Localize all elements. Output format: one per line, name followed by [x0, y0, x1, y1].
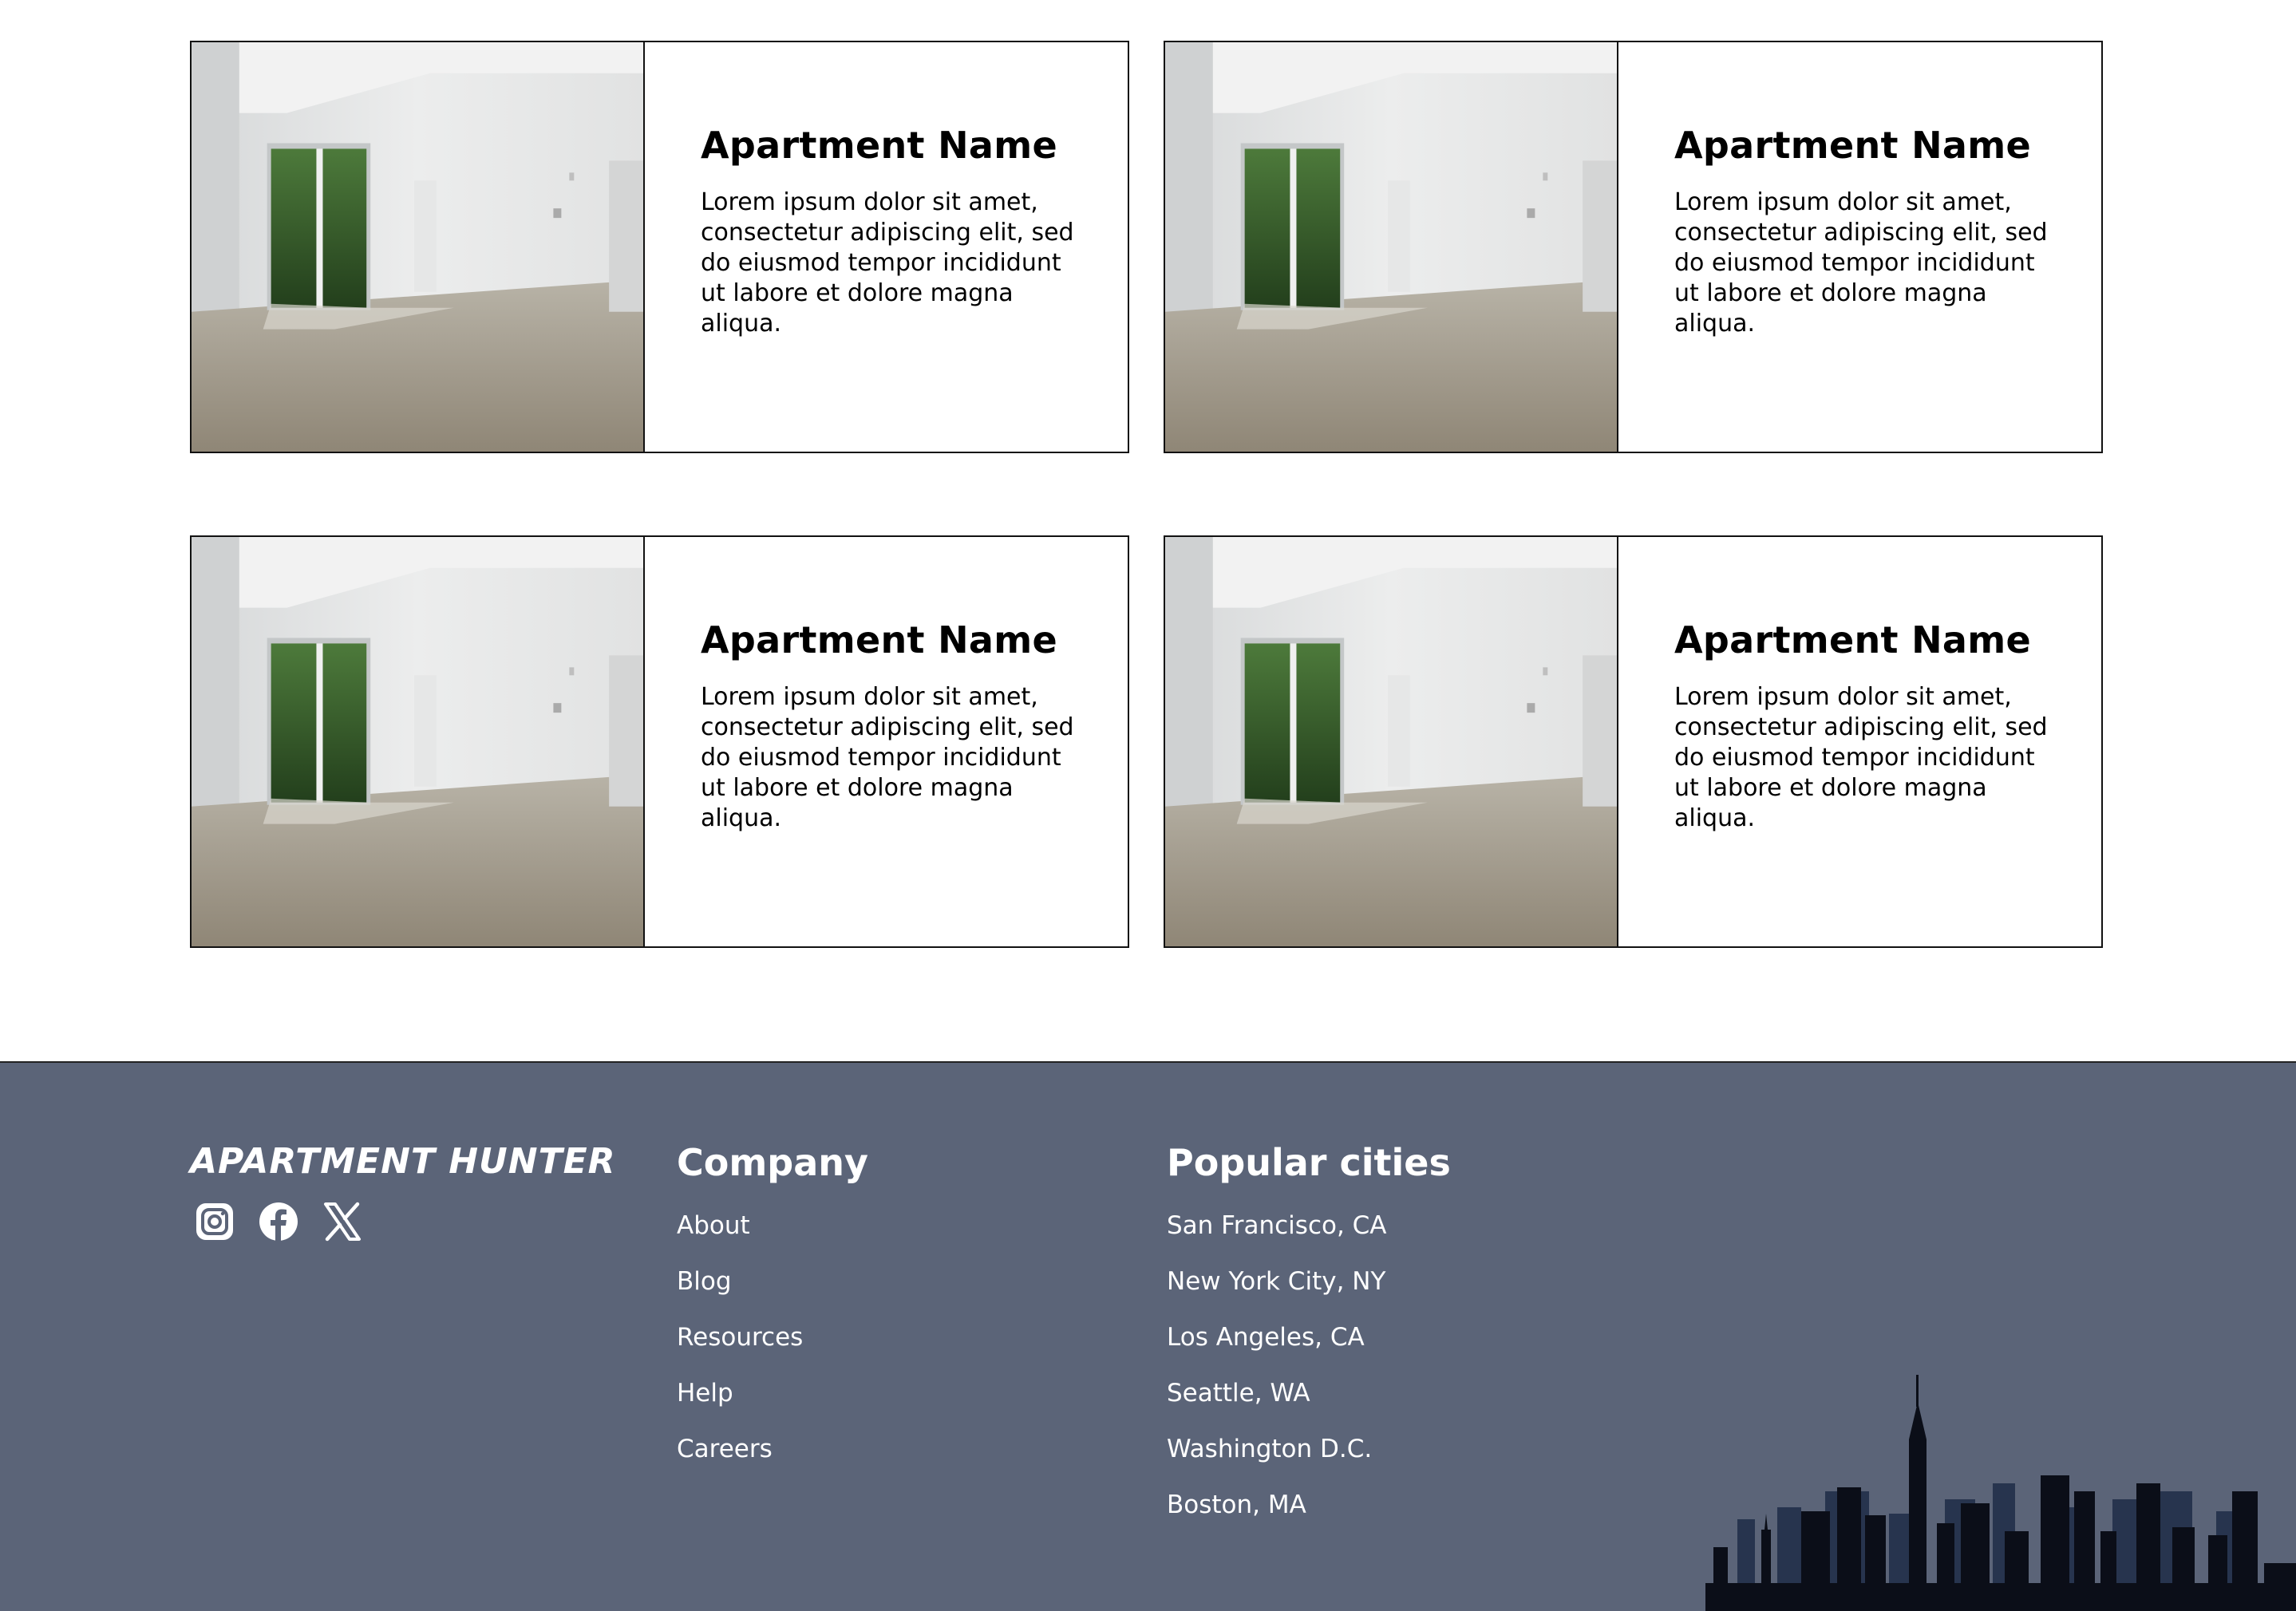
city-link[interactable]: Washington D.C.: [1167, 1435, 1372, 1463]
apartment-name[interactable]: Apartment Name: [701, 124, 1088, 167]
city-skyline-illustration: [1705, 1372, 2296, 1611]
city-link[interactable]: Seattle, WA: [1167, 1379, 1310, 1408]
city-link[interactable]: Los Angeles, CA: [1167, 1323, 1365, 1352]
apartment-card-body: Apartment Name Lorem ipsum dolor sit ame…: [1618, 537, 2101, 946]
city-links: San Francisco, CA New York City, NY Los …: [1167, 1211, 1451, 1546]
apartment-photo[interactable]: [192, 537, 645, 946]
apartment-card-body: Apartment Name Lorem ipsum dolor sit ame…: [645, 537, 1128, 946]
apartment-description: Lorem ipsum dolor sit amet, consectetur …: [1674, 682, 2048, 832]
apartment-card[interactable]: Apartment Name Lorem ipsum dolor sit ame…: [1164, 41, 2103, 453]
apartment-card[interactable]: Apartment Name Lorem ipsum dolor sit ame…: [190, 535, 1129, 948]
company-links: About Blog Resources Help Careers: [677, 1211, 868, 1491]
apartment-card-body: Apartment Name Lorem ipsum dolor sit ame…: [1618, 42, 2101, 452]
city-link[interactable]: Boston, MA: [1167, 1491, 1306, 1519]
city-link[interactable]: San Francisco, CA: [1167, 1211, 1387, 1240]
apartment-name[interactable]: Apartment Name: [701, 618, 1088, 661]
apartment-photo[interactable]: [1165, 42, 1618, 452]
footer-link-resources[interactable]: Resources: [677, 1323, 803, 1352]
apartment-photo[interactable]: [192, 42, 645, 452]
city-link[interactable]: New York City, NY: [1167, 1267, 1385, 1296]
apartment-description: Lorem ipsum dolor sit amet, consectetur …: [701, 682, 1074, 832]
footer-link-help[interactable]: Help: [677, 1379, 733, 1408]
facebook-icon[interactable]: [257, 1200, 300, 1243]
apartment-card[interactable]: Apartment Name Lorem ipsum dolor sit ame…: [190, 41, 1129, 453]
social-links: [193, 1200, 364, 1243]
footer-cities-column: Popular cities San Francisco, CA New Yor…: [1167, 1141, 1451, 1546]
apartment-name[interactable]: Apartment Name: [1674, 124, 2061, 167]
listings-grid: Apartment Name Lorem ipsum dolor sit ame…: [0, 0, 2296, 1061]
footer-link-careers[interactable]: Careers: [677, 1435, 773, 1463]
popular-cities-heading: Popular cities: [1167, 1141, 1451, 1184]
instagram-icon[interactable]: [193, 1200, 236, 1243]
footer-link-about[interactable]: About: [677, 1211, 750, 1240]
apartment-card-body: Apartment Name Lorem ipsum dolor sit ame…: [645, 42, 1128, 452]
site-footer: Apartment Hunter Company About: [0, 1061, 2296, 1611]
apartment-photo[interactable]: [1165, 537, 1618, 946]
apartment-card[interactable]: Apartment Name Lorem ipsum dolor sit ame…: [1164, 535, 2103, 948]
company-heading: Company: [677, 1141, 868, 1184]
footer-company-column: Company About Blog Resources Help Career…: [677, 1141, 868, 1491]
footer-link-blog[interactable]: Blog: [677, 1267, 732, 1296]
apartment-description: Lorem ipsum dolor sit amet, consectetur …: [1674, 188, 2048, 338]
apartment-description: Lorem ipsum dolor sit amet, consectetur …: [701, 188, 1074, 338]
x-icon[interactable]: [321, 1200, 364, 1243]
brand-logo[interactable]: Apartment Hunter: [190, 1141, 616, 1182]
apartment-name[interactable]: Apartment Name: [1674, 618, 2061, 661]
